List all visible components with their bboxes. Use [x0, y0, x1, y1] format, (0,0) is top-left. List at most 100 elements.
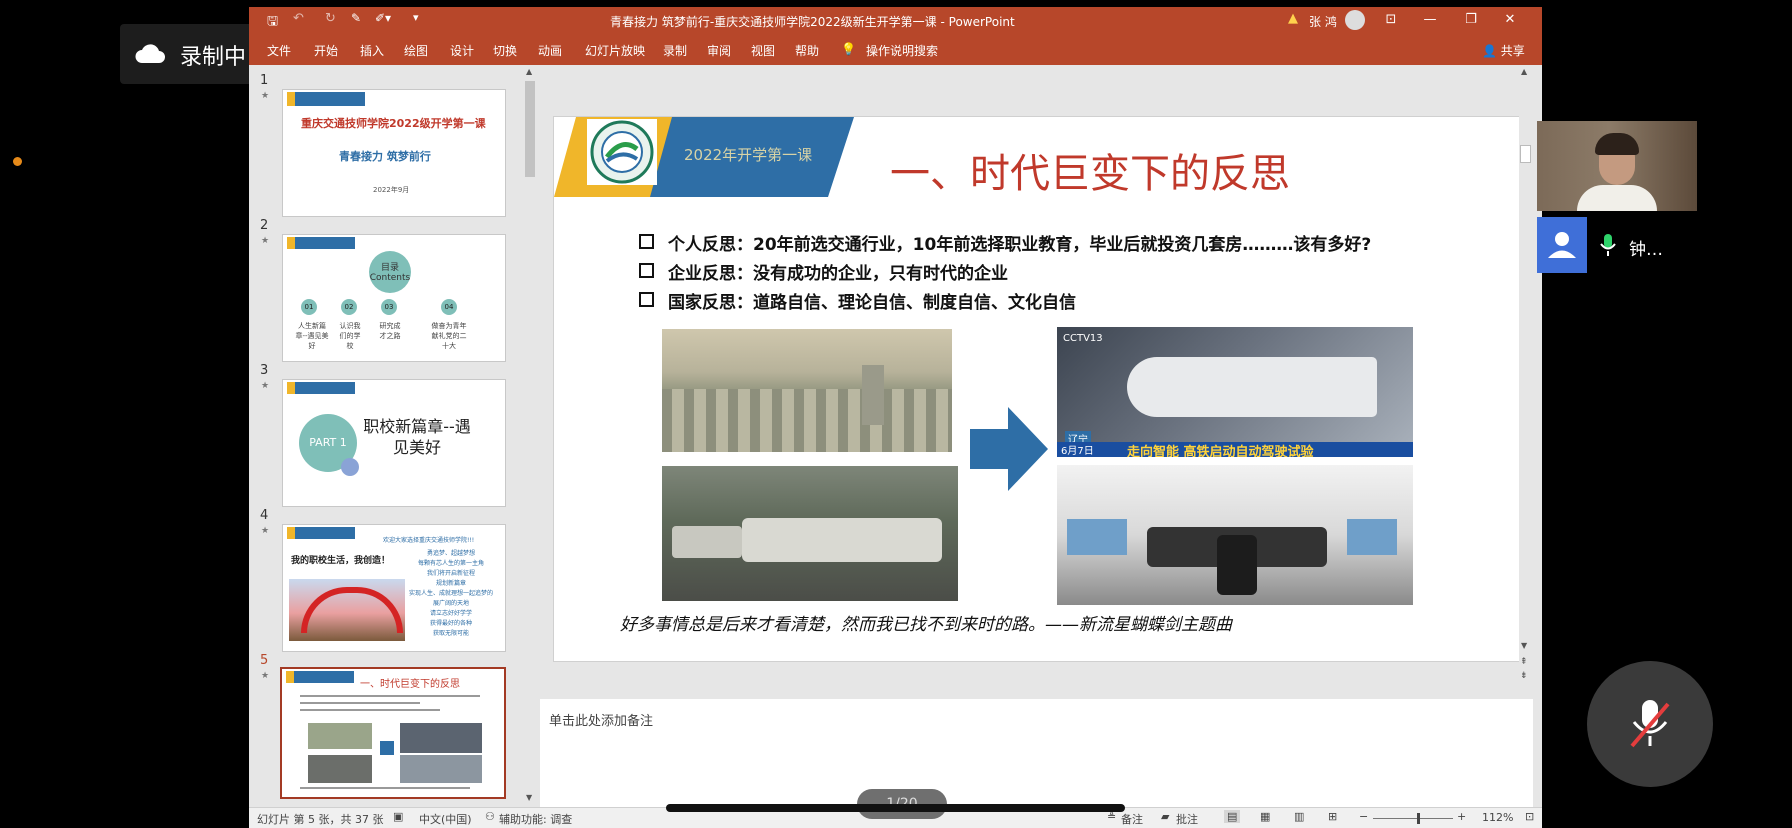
slideshow-icon[interactable]: ⊞ [1328, 810, 1337, 823]
thumb-line: 获得最好的各种 [429, 620, 472, 627]
thumbnail-slide-4[interactable]: 欢迎大家选择重庆交通技师学院!!! 我的职校生活，我创造！ 勇追梦、超越梦想 每… [282, 524, 506, 652]
spellcheck-icon[interactable]: ▣ [393, 810, 403, 823]
notes-placeholder[interactable]: 单击此处添加备注 [549, 710, 653, 729]
tab-animations[interactable]: 动画 [538, 42, 562, 59]
thumbnail-slide-3[interactable]: PART 1 职校新篇章--遇见美好 [282, 379, 506, 507]
tab-design[interactable]: 设计 [450, 42, 474, 59]
scroll-up-icon[interactable]: ▲ [526, 67, 532, 76]
window-title: 青春接力 筑梦前行-重庆交通技师学院2022级新生开学第一课 - PowerPo… [610, 15, 1015, 29]
user-name[interactable]: 张 鸿 [1309, 13, 1337, 30]
thumbnail-slide-5[interactable]: 一、时代巨变下的反思 [280, 667, 506, 799]
notes-pane[interactable]: 单击此处添加备注 [540, 699, 1533, 807]
thumb-line: 获取无限可能 [432, 630, 469, 637]
red-arch [301, 587, 403, 633]
news-date: 6月7日 [1061, 446, 1094, 457]
powerpoint-window: 🖫 ↶ ↻ ✎ ✐▾ ▾ 青春接力 筑梦前行-重庆交通技师学院2022级新生开学… [249, 7, 1542, 828]
pen-icon[interactable]: ✐▾ [375, 11, 391, 25]
thumb-decoration [341, 458, 359, 476]
thumb-contents-sub: Contents [369, 273, 411, 283]
tab-help[interactable]: 帮助 [795, 42, 819, 59]
banner-text: 2022年开学第一课 [684, 146, 813, 164]
current-slide[interactable]: 2022年开学第一课 一、时代巨变下的反思 个人反思：20年前选交通行业，10年… [553, 116, 1521, 662]
comments-icon[interactable]: ▰ [1161, 810, 1169, 823]
thumb-title: 一、时代巨变下的反思 [360, 679, 460, 690]
format-painter-icon[interactable]: ✎ [351, 11, 361, 25]
avatar[interactable] [1345, 10, 1365, 30]
warning-icon[interactable]: ▲ [1288, 11, 1298, 26]
thumbnails-scrollbar[interactable]: ▲ ▼ [523, 65, 537, 807]
thumbnail-slide-2[interactable]: 目录 Contents 01 02 03 04 人生新篇章--遇见美好 认识我们… [282, 234, 506, 362]
minimize-icon[interactable]: — [1420, 11, 1440, 29]
ribbon-display-icon[interactable]: ⊡ [1381, 11, 1401, 29]
recording-label: 录制中 [180, 45, 247, 70]
thumbnails-pane: 1 ★ 重庆交通技师学院2022级开学第一课 青春接力 筑梦前行 2022年9月… [249, 65, 511, 807]
thumb-photo [400, 755, 482, 783]
animation-star-icon: ★ [261, 91, 270, 101]
scroll-thumb[interactable] [525, 81, 535, 177]
redo-icon[interactable]: ↻ [325, 11, 336, 26]
old-city-photo [662, 329, 952, 452]
save-icon[interactable]: 🖫 [267, 12, 278, 34]
participant-video[interactable] [1537, 121, 1697, 211]
bullet-text: 企业反思：没有成功的企业，只有时代的企业 [668, 264, 1008, 284]
tab-draw[interactable]: 绘图 [404, 42, 428, 59]
chapter-title: 人生新篇章--遇见美好 [295, 322, 329, 350]
mute-button[interactable] [1587, 661, 1713, 787]
photo-seat [1217, 535, 1257, 595]
thumb-line: 请立志好好学学 [429, 610, 472, 617]
bullet-item: 企业反思：没有成功的企业，只有时代的企业 [639, 259, 1008, 284]
tab-insert[interactable]: 插入 [360, 42, 384, 59]
normal-view-icon[interactable]: ▤ [1224, 810, 1241, 823]
next-slide-icon[interactable]: ⇟ [1520, 671, 1528, 681]
slide-counter[interactable]: 幻灯片 第 5 张，共 37 张 [257, 811, 383, 827]
zoom-slider[interactable] [1373, 818, 1453, 819]
attendee-tile[interactable]: 钟… [1537, 217, 1697, 273]
comments-button[interactable]: 批注 [1176, 811, 1198, 827]
right-arrow-shape [970, 407, 1048, 491]
thumbnail-slide-1[interactable]: 重庆交通技师学院2022级开学第一课 青春接力 筑梦前行 2022年9月 [282, 89, 506, 217]
news-caption: 走向智能 高铁启动自动驾驶试验 [1127, 445, 1314, 457]
tab-slideshow[interactable]: 幻灯片放映 [585, 42, 645, 59]
language-indicator[interactable]: 中文(中国) [419, 811, 472, 827]
scroll-thumb[interactable] [1520, 145, 1531, 163]
notes-button[interactable]: 备注 [1121, 811, 1143, 827]
chapter-number: 01 [301, 299, 317, 315]
bullet-text: 国家反思：道路自信、理论自信、制度自信、文化自信 [668, 293, 1076, 313]
thumb-banner [286, 671, 354, 683]
tab-view[interactable]: 视图 [751, 42, 775, 59]
scroll-up-icon[interactable]: ▲ [1521, 67, 1527, 76]
photo-window-right [1347, 519, 1397, 555]
undo-icon[interactable]: ↶ [293, 11, 304, 26]
accessibility-status[interactable]: 辅助功能: 调查 [499, 811, 572, 827]
share-button[interactable]: 👤 共享 [1482, 42, 1525, 59]
train-cockpit-photo [1057, 465, 1413, 605]
zoom-in-icon[interactable]: + [1457, 810, 1466, 823]
progress-bar[interactable] [666, 804, 1125, 812]
thumb-text-list: 勇追梦、超越梦想 每颗有芯人生的第一主角 我们将开启新征程 规划新篇章 实现人生… [401, 549, 501, 639]
scroll-down-icon[interactable]: ▼ [526, 793, 532, 802]
tell-me-search[interactable]: 操作说明搜索 [866, 42, 938, 59]
tab-home[interactable]: 开始 [314, 42, 338, 59]
restore-icon[interactable]: ❐ [1461, 11, 1481, 29]
zoom-slider-thumb[interactable] [1417, 813, 1420, 824]
scroll-down-icon[interactable]: ▼ [1521, 641, 1527, 650]
slide-scrollbar[interactable]: ▲ ▼ ⇞ ⇟ [1519, 65, 1531, 691]
pointer-dot [13, 157, 22, 166]
thumb-photo [308, 723, 372, 749]
customize-qat-icon[interactable]: ▾ [413, 11, 419, 24]
close-icon[interactable]: ✕ [1500, 11, 1520, 29]
previous-slide-icon[interactable]: ⇞ [1520, 657, 1528, 667]
fit-slide-icon[interactable]: ⊡ [1525, 810, 1534, 823]
zoom-level[interactable]: 112% [1482, 811, 1513, 824]
reading-view-icon[interactable]: ▥ [1294, 810, 1304, 823]
slide-sorter-icon[interactable]: ▦ [1260, 810, 1270, 823]
tab-review[interactable]: 审阅 [707, 42, 731, 59]
tab-transitions[interactable]: 切换 [493, 42, 517, 59]
tab-record[interactable]: 录制 [663, 42, 687, 59]
share-icon: 👤 [1482, 44, 1497, 58]
recording-badge[interactable]: 录制中 [120, 24, 270, 84]
accessibility-icon[interactable]: ⚇ [485, 810, 495, 823]
tab-file[interactable]: 文件 [267, 42, 291, 59]
zoom-out-icon[interactable]: − [1359, 810, 1368, 823]
thumb-banner [287, 382, 355, 394]
